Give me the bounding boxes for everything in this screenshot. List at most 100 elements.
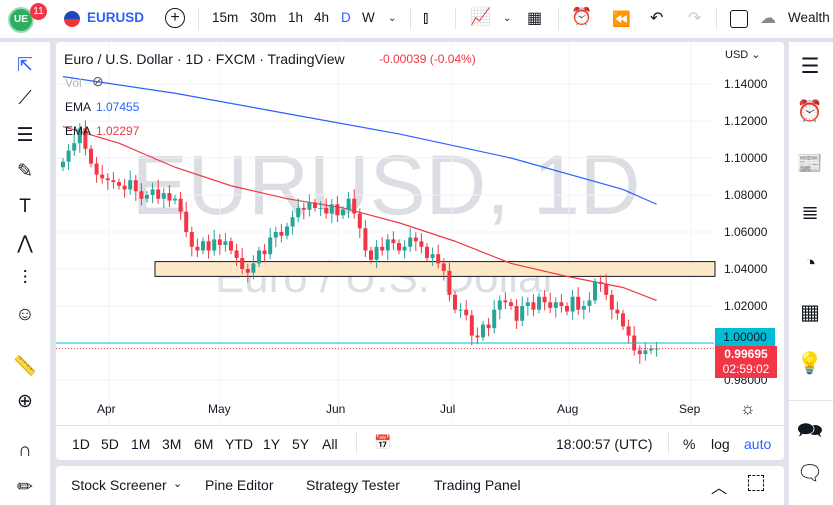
replay-icon[interactable]: ⏪ (612, 10, 631, 28)
candle-body (195, 246, 200, 251)
indicators-icon[interactable]: 📈 (470, 7, 491, 27)
candle-body (273, 232, 278, 238)
candle-body (217, 239, 222, 245)
candle-body (548, 302, 553, 308)
add-symbol-icon[interactable]: + (165, 8, 185, 28)
range-all[interactable]: All (322, 436, 338, 452)
candle-body (357, 213, 362, 229)
layout-icon[interactable]: ▦ (527, 8, 542, 28)
range-5d[interactable]: 5D (101, 436, 119, 452)
candle-body (156, 189, 161, 199)
candle-body (139, 191, 144, 199)
log-toggle[interactable]: log (711, 436, 730, 452)
range-ytd[interactable]: YTD (225, 436, 253, 452)
maximize-icon[interactable] (748, 475, 764, 491)
candle-body (509, 302, 513, 306)
interval-w[interactable]: W (362, 10, 375, 25)
last-price-label: 0.99695 02:59:02 (715, 346, 777, 378)
candle-body (150, 189, 155, 195)
candle-body (637, 350, 642, 355)
lock-drawings-icon[interactable]: ✏ (12, 476, 38, 502)
layout-name[interactable]: Wealth (788, 10, 830, 25)
range-6m[interactable]: 6M (194, 436, 213, 452)
calendar-icon[interactable]: ▦ (795, 300, 825, 330)
ruler-icon[interactable]: 📏 (12, 354, 38, 380)
text-icon[interactable]: T (12, 196, 38, 222)
tab-stock-screener[interactable]: Stock Screener (71, 477, 167, 493)
interval-4h[interactable]: 4h (314, 10, 329, 25)
chevron-down-icon[interactable]: ⌄ (388, 13, 396, 24)
candle-body (492, 309, 497, 329)
clock[interactable]: 18:00:57 (UTC) (556, 436, 652, 452)
chats-icon[interactable]: 🗪 (795, 416, 825, 446)
symbol-search[interactable]: EURUSD (87, 10, 144, 25)
eye-hidden-icon[interactable]: ⊘ (92, 73, 104, 90)
settings-gear-icon[interactable]: ☼ (740, 399, 756, 419)
auto-toggle[interactable]: auto (744, 436, 771, 452)
trendline-icon[interactable]: ⟋ (12, 88, 38, 114)
legend-change: -0.00039 (-0.04%) (379, 52, 476, 66)
ema-slow-label[interactable]: EMA (65, 100, 91, 114)
percent-toggle[interactable]: % (683, 436, 695, 452)
hotlist-icon[interactable]: ≣ (795, 200, 825, 230)
cursor-icon[interactable]: ⇱ (12, 54, 38, 80)
candle-body (380, 246, 385, 251)
vol-label[interactable]: Vol (65, 76, 82, 90)
candle-body (324, 207, 329, 214)
alert-price-label[interactable]: 1.00000 (715, 328, 775, 346)
interval-15m[interactable]: 15m (212, 10, 238, 25)
candle-body (268, 237, 273, 255)
chevron-down-icon[interactable]: ⌄ (173, 477, 182, 490)
currency-selector[interactable]: USD ⌄ (725, 48, 761, 61)
chevron-down-icon[interactable]: ⌄ (503, 13, 511, 24)
interval-d[interactable]: D (341, 10, 351, 25)
price-tick: 1.06000 (724, 225, 768, 239)
range-1y[interactable]: 1Y (263, 436, 280, 452)
tab-trading-panel[interactable]: Trading Panel (434, 477, 521, 493)
top-toolbar: UE 11 EURUSD + 15m 30m 1h 4h D W ⌄ ⫾ 📈 ⌄… (0, 0, 833, 38)
candle-body (100, 174, 105, 179)
time-tick: Jul (440, 402, 456, 416)
tab-strategy-tester[interactable]: Strategy Tester (306, 477, 400, 493)
undo-icon[interactable]: ↶ (650, 8, 663, 28)
cloud-icon[interactable]: ☁ (760, 8, 776, 28)
last-price: 0.99695 (724, 347, 768, 361)
magnet-icon[interactable]: ∩ (12, 440, 38, 466)
candle-body (486, 324, 491, 329)
chat-icon[interactable]: 🗨 (795, 462, 825, 492)
alert-icon[interactable]: ⏰ (571, 7, 592, 27)
legend-title: Euro / U.S. Dollar · 1D · FXCM · Trading… (64, 51, 345, 67)
pattern-icon[interactable]: ⋀ (12, 232, 38, 258)
news-icon[interactable]: 📰 (795, 152, 825, 182)
range-3m[interactable]: 3M (162, 436, 181, 452)
candle-body (553, 302, 558, 308)
candle-body (565, 306, 569, 312)
fib-icon[interactable]: ☰ (12, 124, 38, 150)
candle-body (122, 185, 127, 190)
watchlist-icon[interactable]: ☰ (795, 54, 825, 84)
brush-icon[interactable]: ✎ (12, 160, 38, 186)
candle-body (497, 300, 502, 310)
currency-label: USD (725, 49, 749, 61)
ideas-icon[interactable]: 💡 (795, 352, 825, 382)
right-sidebar: ☰ ⏰ 📰 ≣ ◔ ▦ 💡 🗪 🗨 (789, 42, 833, 505)
candle-body (458, 309, 463, 311)
zoom-icon[interactable]: ⊕ (12, 390, 38, 416)
interval-1h[interactable]: 1h (288, 10, 303, 25)
range-1m[interactable]: 1M (131, 436, 150, 452)
price-chart[interactable]: EURUSD, 1D Euro / U.S. Dollar (56, 42, 784, 460)
data-window-icon[interactable]: ◔ (795, 252, 825, 282)
date-range-icon[interactable]: 📅 (374, 434, 391, 451)
range-1d[interactable]: 1D (72, 436, 90, 452)
fullscreen-box-icon[interactable] (730, 10, 748, 28)
interval-30m[interactable]: 30m (250, 10, 276, 25)
emoji-icon[interactable]: ☺ (12, 304, 38, 330)
candles-icon[interactable]: ⫾ (423, 8, 428, 28)
alarm-clock-icon[interactable]: ⏰ (795, 100, 825, 130)
prediction-icon[interactable]: ⫶ (12, 268, 38, 294)
redo-icon[interactable]: ↷ (688, 8, 701, 28)
range-5y[interactable]: 5Y (292, 436, 309, 452)
tab-pine-editor[interactable]: Pine Editor (205, 477, 273, 493)
collapse-up-icon[interactable]: ︿ (711, 474, 727, 498)
ema-fast-label[interactable]: EMA (65, 124, 91, 138)
